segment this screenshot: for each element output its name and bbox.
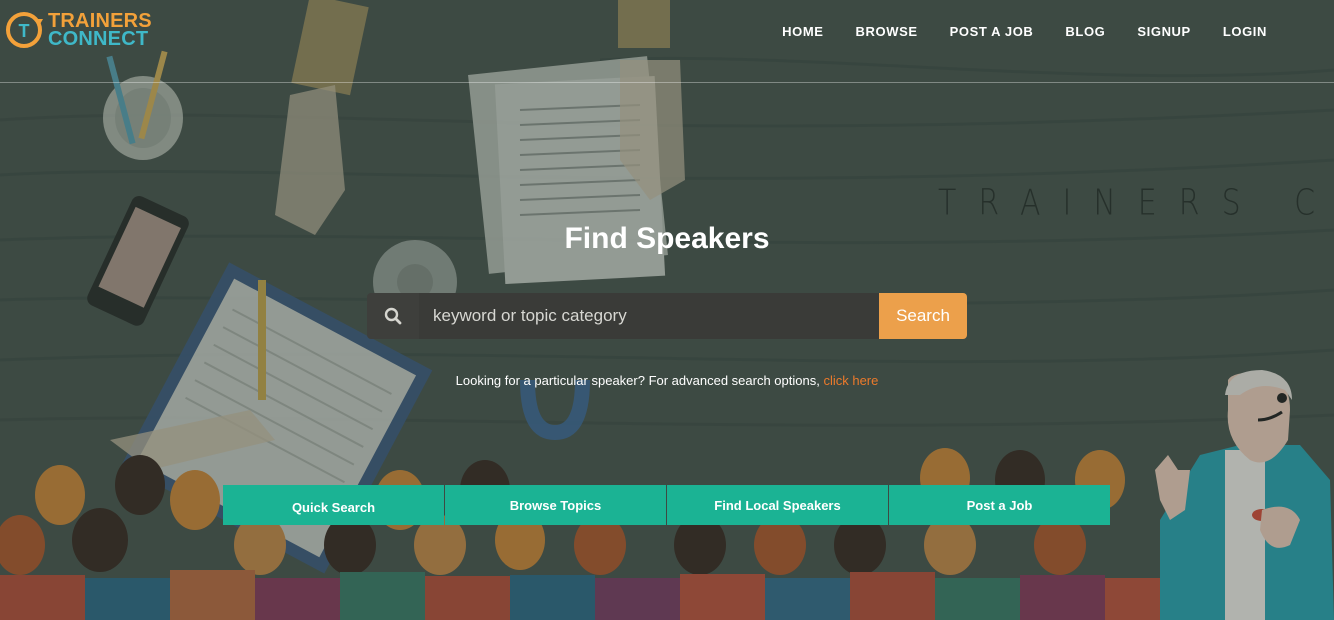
brand-logo[interactable]: T TRAINERS CONNECT <box>4 10 152 50</box>
search-icon <box>367 293 419 339</box>
speaker-search-bar: Search <box>367 293 967 339</box>
tab-find-local-speakers[interactable]: Find Local Speakers <box>667 485 888 525</box>
nav-login[interactable]: LOGIN <box>1223 24 1267 39</box>
logo-mark-icon: T <box>6 12 43 48</box>
nav-browse[interactable]: BROWSE <box>856 24 918 39</box>
advanced-search-link[interactable]: click here <box>823 373 878 388</box>
nav-signup[interactable]: SIGNUP <box>1137 24 1190 39</box>
tab-browse-topics[interactable]: Browse Topics <box>445 485 666 525</box>
advanced-search-text: Looking for a particular speaker? For ad… <box>455 373 824 388</box>
page-title: Find Speakers <box>564 222 770 255</box>
tab-post-a-job[interactable]: Post a Job <box>889 485 1110 525</box>
nav-post-a-job[interactable]: POST A JOB <box>950 24 1034 39</box>
logo-text-connect: CONNECT <box>48 28 149 50</box>
logo-mark-letter: T <box>19 21 30 41</box>
brand-watermark: TRAINERS CONNECT <box>938 182 1334 224</box>
action-tabs: Quick Search Browse Topics Find Local Sp… <box>223 485 1111 525</box>
nav-home[interactable]: HOME <box>782 24 823 39</box>
search-button[interactable]: Search <box>879 293 967 339</box>
advanced-search-hint: Looking for a particular speaker? For ad… <box>0 373 1334 388</box>
hero-section: T TRAINERS CONNECT HOME BROWSE POST A JO… <box>0 0 1334 620</box>
nav-blog[interactable]: BLOG <box>1065 24 1105 39</box>
tab-quick-search[interactable]: Quick Search <box>223 485 444 525</box>
main-nav: HOME BROWSE POST A JOB BLOG SIGNUP LOGIN <box>750 24 1267 39</box>
search-input[interactable] <box>419 293 879 339</box>
header-divider <box>0 82 1334 83</box>
